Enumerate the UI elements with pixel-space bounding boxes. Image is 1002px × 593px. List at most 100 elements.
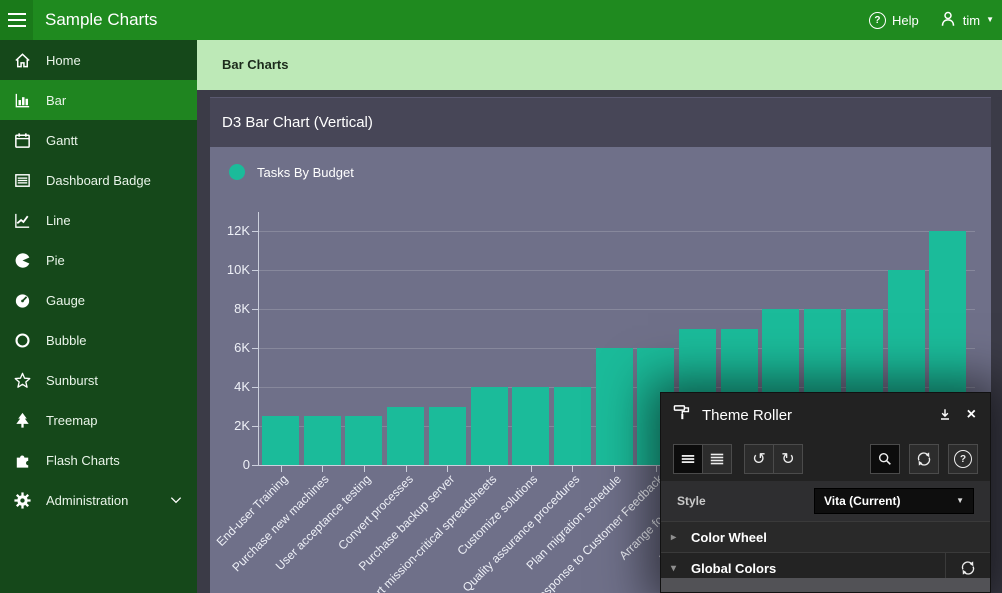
sidebar-item-label: Treemap <box>46 413 98 428</box>
sidebar-item-label: Bar <box>46 93 66 108</box>
chevron-down-icon <box>169 493 183 507</box>
bar[interactable] <box>304 416 341 465</box>
breadcrumb-bar: Bar Charts <box>197 40 1002 90</box>
sidebar-item-treemap[interactable]: Treemap <box>0 400 197 440</box>
sidebar-item-flash-charts[interactable]: Flash Charts <box>0 440 197 480</box>
refresh-button[interactable] <box>909 444 939 474</box>
x-tick <box>364 466 365 472</box>
sidebar-item-pie[interactable]: Pie <box>0 240 197 280</box>
sidebar-item-label: Pie <box>46 253 65 268</box>
sidebar-item-dashboard-badge[interactable]: Dashboard Badge <box>0 160 197 200</box>
y-tick-label: 8K <box>210 301 250 316</box>
gridline <box>259 231 975 232</box>
hamburger-menu-button[interactable] <box>0 0 33 40</box>
section-label: Color Wheel <box>691 530 767 545</box>
x-tick <box>322 466 323 472</box>
bar-chart-icon <box>12 90 32 110</box>
undo-button[interactable]: ↺ <box>744 444 774 474</box>
section-color-wheel[interactable]: ▸ Color Wheel <box>661 521 990 552</box>
bar[interactable] <box>345 416 382 465</box>
redo-button[interactable]: ↻ <box>773 444 803 474</box>
legend-dot <box>229 164 245 180</box>
bar[interactable] <box>596 348 633 465</box>
sidebar-item-bar[interactable]: Bar <box>0 80 197 120</box>
close-icon[interactable]: × <box>965 405 978 425</box>
section-label: Global Colors <box>691 561 776 576</box>
y-tick-label: 2K <box>210 418 250 433</box>
breadcrumb: Bar Charts <box>197 40 1002 90</box>
y-tick-label: 4K <box>210 379 250 394</box>
sidebar-item-gauge[interactable]: Gauge <box>0 280 197 320</box>
help-button[interactable]: ? <box>948 444 978 474</box>
x-tick <box>531 466 532 472</box>
sidebar-item-label: Gantt <box>46 133 78 148</box>
y-tick-label: 12K <box>210 223 250 238</box>
style-select[interactable]: Vita (Current) ▼ <box>814 488 974 514</box>
pie-chart-icon <box>12 250 32 270</box>
line-chart-icon <box>12 210 32 230</box>
bar[interactable] <box>262 416 299 465</box>
sidebar-item-administration[interactable]: Administration <box>0 480 197 520</box>
compact-view-button[interactable] <box>673 444 703 474</box>
sidebar-item-label: Dashboard Badge <box>46 173 151 188</box>
x-tick <box>572 466 573 472</box>
help-menu[interactable]: ? Help <box>869 12 919 29</box>
bar[interactable] <box>554 387 591 465</box>
sidebar-item-label: Sunburst <box>46 373 98 388</box>
caret-down-icon: ▼ <box>956 497 964 505</box>
legend-label: Tasks By Budget <box>257 165 354 180</box>
theme-roller-title: Theme Roller <box>702 407 925 424</box>
list-icon <box>12 170 32 190</box>
caret-right-icon: ▸ <box>671 532 681 543</box>
sidebar-item-label: Home <box>46 53 81 68</box>
caret-down-icon: ▾ <box>671 563 681 574</box>
tree-icon <box>12 410 32 430</box>
app-header: Sample Charts ? Help tim ▼ <box>0 0 1002 40</box>
gauge-icon <box>12 290 32 310</box>
help-label: Help <box>892 13 919 28</box>
style-value: Vita (Current) <box>824 494 900 508</box>
sidebar-item-label: Administration <box>46 493 128 508</box>
theme-roller-toolbar: ↺ ↻ ? <box>661 437 990 481</box>
bar[interactable] <box>387 407 424 466</box>
sidebar-nav: Home Bar Gantt Dashboard Badge Line Pie Gauge B… <box>0 40 197 593</box>
sidebar-item-label: Bubble <box>46 333 86 348</box>
app-title: Sample Charts <box>45 0 157 40</box>
puzzle-icon <box>12 450 32 470</box>
bar[interactable] <box>512 387 549 465</box>
caret-down-icon: ▼ <box>986 16 994 24</box>
star-icon <box>12 370 32 390</box>
x-tick <box>614 466 615 472</box>
detail-view-button[interactable] <box>702 444 732 474</box>
legend-item[interactable]: Tasks By Budget <box>229 164 354 180</box>
y-tick-label: 10K <box>210 262 250 277</box>
sidebar-item-bubble[interactable]: Bubble <box>0 320 197 360</box>
sidebar-item-label: Line <box>46 213 71 228</box>
sidebar-item-gantt[interactable]: Gantt <box>0 120 197 160</box>
person-icon <box>939 10 957 31</box>
circle-icon <box>12 330 32 350</box>
y-tick-label: 0 <box>210 457 250 472</box>
sidebar-item-line[interactable]: Line <box>0 200 197 240</box>
y-axis <box>258 212 259 466</box>
bar[interactable] <box>471 387 508 465</box>
user-menu[interactable]: tim ▼ <box>939 10 994 31</box>
sidebar-item-sunburst[interactable]: Sunburst <box>0 360 197 400</box>
download-button[interactable] <box>935 405 955 425</box>
x-axis-label: End-user Training <box>214 472 291 549</box>
paint-roller-icon <box>673 403 692 427</box>
question-circle-icon: ? <box>869 12 886 29</box>
app-window: Sample Charts ? Help tim ▼ Home Bar Gantt D… <box>0 0 1002 593</box>
bar[interactable] <box>429 407 466 466</box>
calendar-icon <box>12 130 32 150</box>
home-icon <box>12 50 32 70</box>
theme-roller-panel: Theme Roller × ↺ ↻ <box>660 392 991 593</box>
sidebar-item-home[interactable]: Home <box>0 40 197 80</box>
sidebar-item-label: Gauge <box>46 293 85 308</box>
sidebar-item-label: Flash Charts <box>46 453 120 468</box>
search-button[interactable] <box>870 444 900 474</box>
user-name: tim <box>963 13 980 28</box>
panel-title: D3 Bar Chart (Vertical) <box>210 97 991 147</box>
x-axis-label: Convert processes <box>335 472 416 553</box>
style-label: Style <box>677 494 706 508</box>
